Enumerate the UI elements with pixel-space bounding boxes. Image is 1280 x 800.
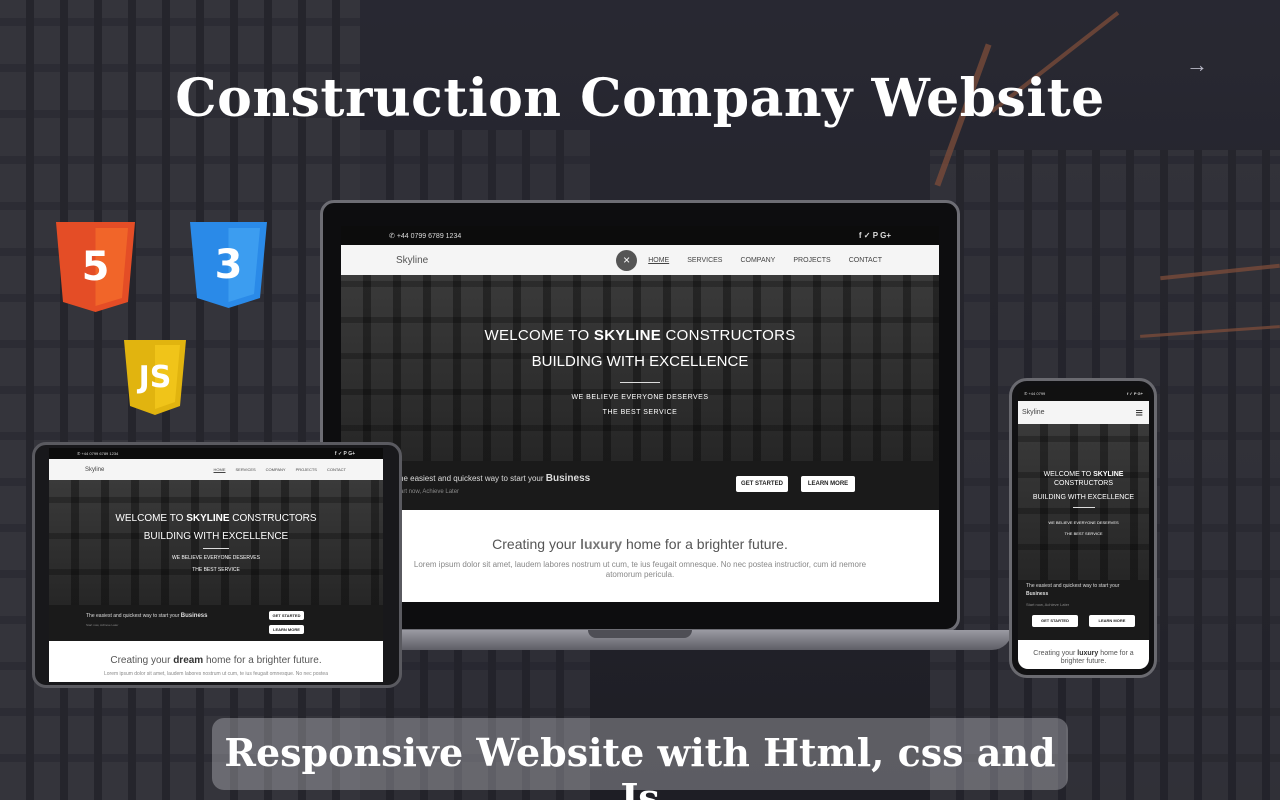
laptop-screen: ✆ +44 0799 6789 1234 f ✓ P G+ Skyline × … [341,226,939,602]
cta-text: he easiest and quickest way to start you… [399,473,591,484]
phone-number: ✆ +44 0799 6789 1234 [77,451,119,456]
brand-logo[interactable]: Skyline [1022,409,1045,416]
javascript-glyph: JS [138,360,172,395]
about-section: Creating your dream home for a brighter … [49,641,383,682]
hamburger-menu-icon[interactable]: ≡ [1135,405,1143,420]
nav-company[interactable]: COMPANY [266,467,286,472]
social-icons[interactable]: f ✓ P G+ [1127,391,1143,396]
site-topbar: ✆ +44 0799 6789 1234 f ✓ P G+ [341,226,939,245]
site-topbar: ✆ +44 0799 f ✓ P G+ [1018,386,1149,401]
hero-section: WELCOME TO SKYLINE CONSTRUCTORS BUILDING… [49,480,383,605]
css3-glyph: 3 [214,242,243,288]
nav-services[interactable]: SERVICES [236,467,256,472]
nav-menu: × HOME SERVICES COMPANY PROJECTS CONTACT [616,249,882,271]
about-heading: Creating your dream home for a brighter … [110,655,322,666]
get-started-button[interactable]: GET STARTED [1032,615,1078,627]
tagline-text: Responsive Website with Html, css and Js [224,730,1056,800]
tablet-screen: ✆ +44 0799 6789 1234 f ✓ P G+ Skyline HO… [49,448,383,682]
hero-section: WELCOME TO SKYLINE CONSTRUCTORS BUILDING… [1018,424,1149,580]
hero-tagline-1: WE BELIEVE EVERYONE DESERVES [1048,520,1119,525]
cta-small: Start now, Achieve Later [1026,602,1070,607]
nav-home[interactable]: HOME [214,467,226,472]
hero-section: WELCOME TO SKYLINE CONSTRUCTORS BUILDING… [341,275,939,461]
hero-subheading: BUILDING WITH EXCELLENCE [531,353,749,370]
nav-projects[interactable]: PROJECTS [296,467,317,472]
html5-icon: 5 [56,222,135,312]
hero-divider [620,382,660,383]
learn-more-button[interactable]: LEARN MORE [801,476,855,492]
phone-screen: ✆ +44 0799 f ✓ P G+ Skyline ≡ WELCOME TO… [1018,386,1149,669]
hero-tagline-2: THE BEST SERVICE [192,567,240,573]
learn-more-button[interactable]: LEARN MORE [269,625,304,634]
cta-small: Start now, Achieve Later [86,623,119,627]
laptop-notch [588,630,692,638]
get-started-button[interactable]: GET STARTED [736,476,788,492]
cta-small: art now, Achieve Later [400,489,460,495]
hero-divider [1072,507,1095,508]
brand-logo[interactable]: Skyline [85,467,104,473]
hero-tagline-1: WE BELIEVE EVERYONE DESERVES [172,555,260,561]
about-section: Creating your luxury home for a brighter… [1018,640,1149,669]
page-title: Construction Company Website [175,68,1105,129]
social-icons[interactable]: f ✓ P G+ [335,451,355,457]
about-section: Creating your luxury home for a brighter… [341,510,939,602]
cta-band: The easiest and quickest way to start yo… [49,605,383,641]
phone-text: +44 0799 6789 1234 [81,451,119,456]
site-navbar: Skyline ≡ [1018,401,1149,424]
close-icon[interactable]: × [616,249,638,271]
phone-number: ✆ +44 0799 [1024,391,1046,396]
nav-company[interactable]: COMPANY [740,257,775,264]
hero-heading: WELCOME TO SKYLINE CONSTRUCTORS [115,513,317,524]
phone-text: +44 0799 6789 1234 [396,232,462,240]
hero-divider [203,548,229,549]
nav-home[interactable]: HOME [648,257,669,264]
nav-services[interactable]: SERVICES [687,257,722,264]
hero-subheading: BUILDING WITH EXCELLENCE [1032,494,1135,501]
site-topbar: ✆ +44 0799 6789 1234 f ✓ P G+ [49,448,383,459]
social-icons[interactable]: f ✓ P G+ [859,231,891,240]
cta-text: The easiest and quickest way to start yo… [1026,583,1120,597]
about-heading: Creating your luxury home for a brighter… [492,536,788,552]
phone-number: ✆ +44 0799 6789 1234 [389,232,462,240]
site-navbar: Skyline × HOME SERVICES COMPANY PROJECTS… [341,245,939,275]
hero-heading: WELCOME TO SKYLINE CONSTRUCTORS [484,327,796,344]
about-body: Lorem ipsum dolor sit amet, laudem labor… [413,560,867,579]
nav-contact[interactable]: CONTACT [849,257,882,264]
nav-projects[interactable]: PROJECTS [793,257,830,264]
cta-band: he easiest and quickest way to start you… [341,461,939,510]
javascript-icon: JS [124,340,186,415]
hero-subheading: BUILDING WITH EXCELLENCE [143,531,289,542]
hero-tagline-2: THE BEST SERVICE [1064,531,1103,536]
html5-glyph: 5 [81,244,110,290]
cta-text: The easiest and quickest way to start yo… [86,613,208,619]
hero-heading: WELCOME TO SKYLINE CONSTRUCTORS [1043,471,1124,487]
css3-icon: 3 [190,222,267,308]
about-body: Lorem ipsum dolor sit amet, laudem labor… [103,671,328,677]
about-heading: Creating your luxury home for a brighter… [1033,650,1134,665]
phone-text: +44 0799 [1028,391,1046,396]
hero-tagline-1: WE BELIEVE EVERYONE DESERVES [571,394,709,401]
site-navbar: Skyline HOME SERVICES COMPANY PROJECTS C… [49,459,383,480]
learn-more-button[interactable]: LEARN MORE [1089,615,1135,627]
nav-menu: HOME SERVICES COMPANY PROJECTS CONTACT [214,467,346,472]
cta-band: The easiest and quickest way to start yo… [1018,580,1149,640]
nav-contact[interactable]: CONTACT [327,467,346,472]
get-started-button[interactable]: GET STARTED [269,611,304,620]
brand-logo[interactable]: Skyline [396,255,428,266]
hero-tagline-2: THE BEST SERVICE [602,409,678,416]
